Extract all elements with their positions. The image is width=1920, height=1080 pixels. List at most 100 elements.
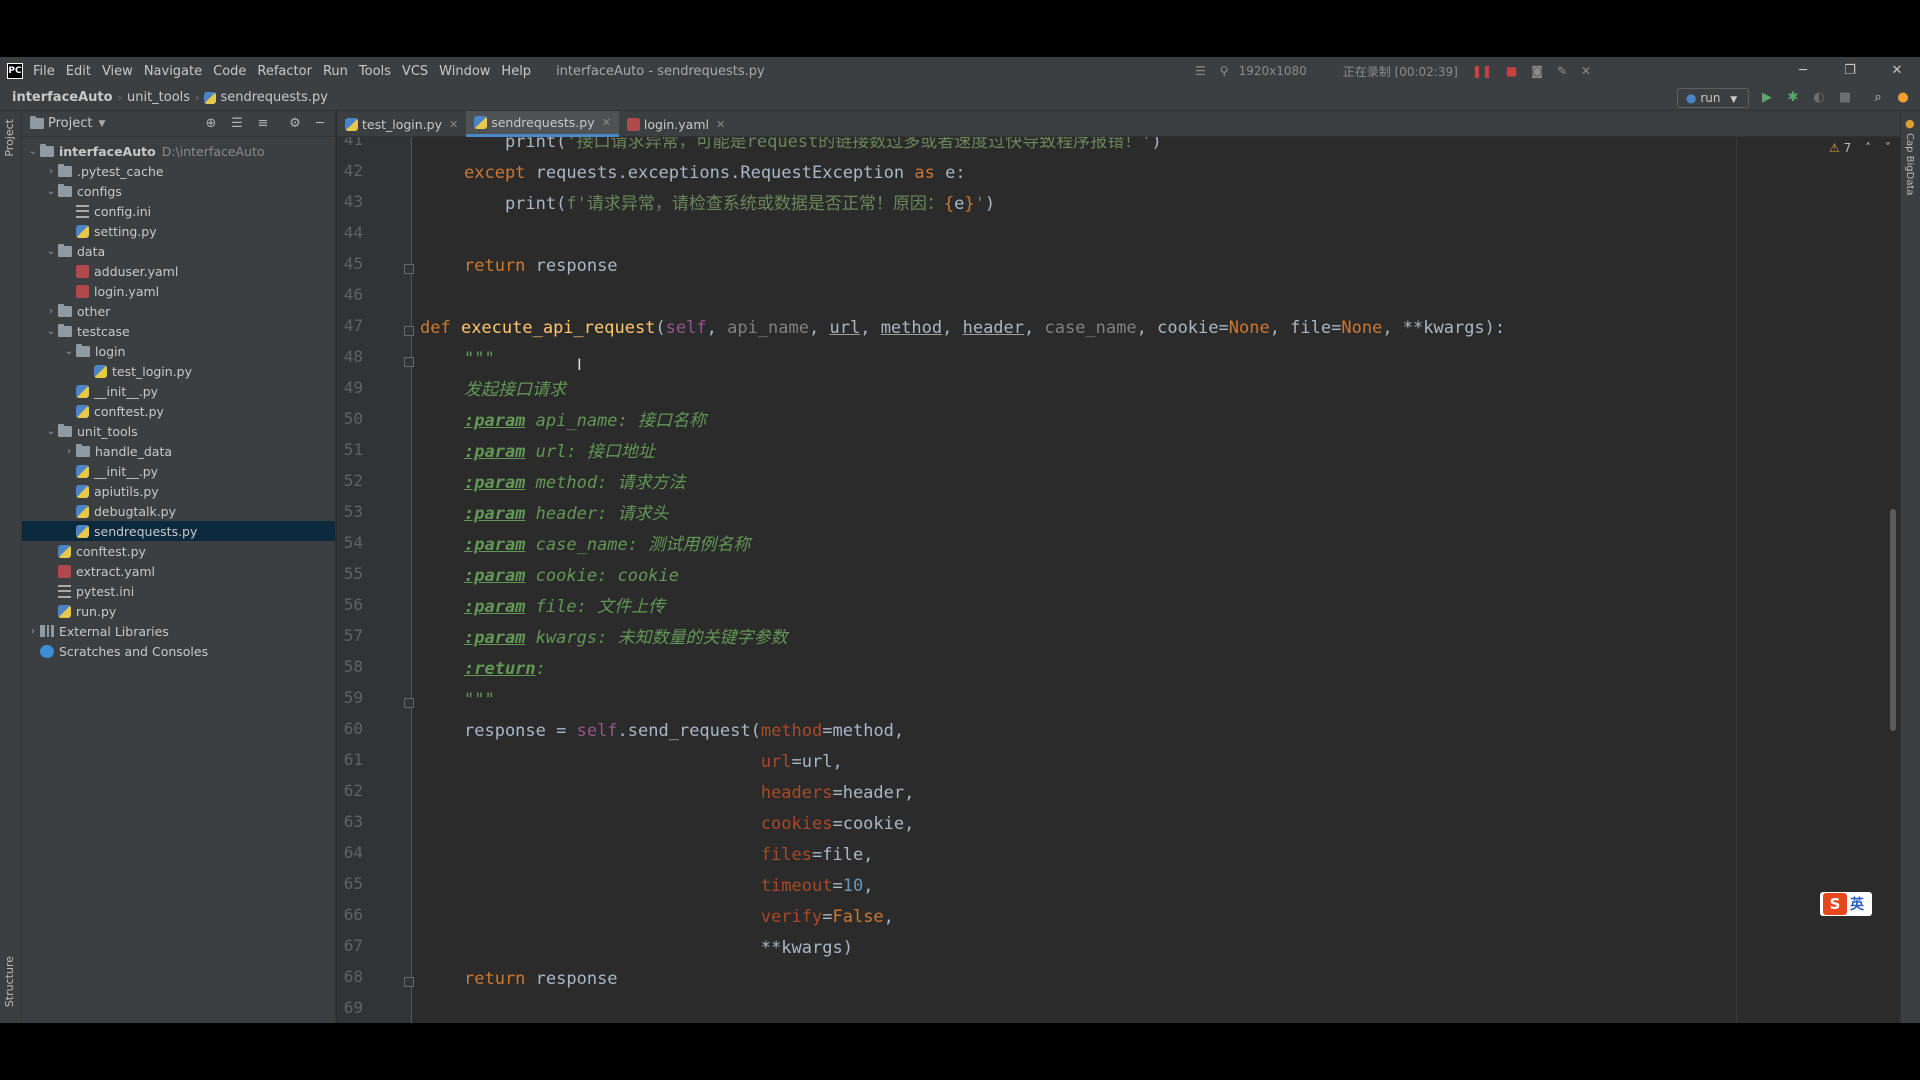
breadcrumb-file[interactable]: sendrequests.py: [220, 90, 328, 105]
tree-item[interactable]: test_login.py: [22, 361, 335, 381]
close-tab-icon[interactable]: ✕: [602, 116, 611, 129]
chevron-down-icon[interactable]: ⌄: [44, 246, 58, 257]
close-tab-icon[interactable]: ✕: [449, 118, 458, 131]
recorder-stop-icon[interactable]: ■: [1506, 64, 1517, 78]
debug-icon[interactable]: ✱: [1784, 89, 1802, 107]
chevron-down-icon[interactable]: ⌄: [44, 426, 58, 437]
menu-run[interactable]: Run: [323, 64, 348, 79]
tree-item[interactable]: ⌄ unit_tools: [22, 421, 335, 441]
recorder-pin-icon[interactable]: ⚲: [1220, 64, 1229, 78]
menu-view[interactable]: View: [102, 64, 133, 79]
recorder-pause-icon[interactable]: ❚❚: [1472, 64, 1492, 78]
tree-item[interactable]: pytest.ini: [22, 581, 335, 601]
update-icon[interactable]: ●: [1894, 89, 1912, 107]
minimize-button[interactable]: ─: [1780, 57, 1826, 85]
chevron-right-icon[interactable]: ›: [44, 306, 58, 317]
chevron-down-icon[interactable]: ˅: [1885, 141, 1891, 155]
inspection-widget[interactable]: ⚠ 7 ˄ ˅: [1829, 141, 1891, 155]
chevron-up-icon[interactable]: ˄: [1865, 141, 1871, 155]
hide-panel-icon[interactable]: ─: [311, 115, 329, 133]
tree-item[interactable]: ⌄ data: [22, 241, 335, 261]
editor-scrollbar[interactable]: [1890, 509, 1896, 731]
menu-edit[interactable]: Edit: [66, 64, 91, 79]
menu-navigate[interactable]: Navigate: [144, 64, 202, 79]
chevron-down-icon[interactable]: ⌄: [26, 146, 40, 157]
run-icon[interactable]: ▶: [1758, 89, 1776, 107]
locate-file-icon[interactable]: ⊕: [202, 115, 220, 133]
right-margin-guide: [1736, 137, 1737, 1023]
tree-item[interactable]: ⌄ testcase: [22, 321, 335, 341]
tree-item[interactable]: conftest.py: [22, 541, 335, 561]
menu-window[interactable]: Window: [439, 64, 490, 79]
tree-item[interactable]: conftest.py: [22, 401, 335, 421]
breadcrumb-project[interactable]: interfaceAuto: [12, 90, 113, 105]
menu-code[interactable]: Code: [213, 64, 246, 79]
tree-item[interactable]: ⌄ configs: [22, 181, 335, 201]
project-tool-button[interactable]: Project: [3, 119, 16, 157]
menu-file[interactable]: File: [33, 64, 55, 79]
editor-tab[interactable]: login.yaml ✕: [619, 111, 733, 137]
chevron-down-icon[interactable]: ⌄: [44, 326, 58, 337]
tree-item[interactable]: apiutils.py: [22, 481, 335, 501]
project-panel-title[interactable]: Project: [48, 116, 92, 131]
tree-item[interactable]: run.py: [22, 601, 335, 621]
line-number: 56: [343, 595, 363, 614]
stop-icon[interactable]: ■: [1836, 89, 1854, 107]
recorder-pen-icon[interactable]: ✎: [1557, 64, 1567, 78]
recorder-close-icon[interactable]: ✕: [1581, 64, 1591, 78]
tree-item[interactable]: config.ini: [22, 201, 335, 221]
tree-item[interactable]: setting.py: [22, 221, 335, 241]
editor-tab[interactable]: sendrequests.py ✕: [466, 111, 619, 137]
tree-item-label: pytest.ini: [76, 583, 135, 599]
restore-button[interactable]: ❐: [1827, 57, 1873, 85]
run-config-select[interactable]: ● run ▼: [1677, 88, 1749, 108]
collapse-all-icon[interactable]: ≡: [254, 115, 272, 133]
line-number-gutter[interactable]: 41 42 43 44 45 46 47 48 49 50 51 52 53 54 55 56 57 58 59 60…: [337, 137, 414, 1023]
chevron-down-icon[interactable]: ⌄: [62, 346, 76, 357]
recorder-camera-icon[interactable]: ◙: [1531, 64, 1543, 78]
tree-item[interactable]: › External Libraries: [22, 621, 335, 641]
tree-item[interactable]: __init__.py: [22, 381, 335, 401]
tree-item[interactable]: extract.yaml: [22, 561, 335, 581]
menu-refactor[interactable]: Refactor: [257, 64, 312, 79]
sogou-ime-indicator[interactable]: S 英: [1820, 892, 1872, 916]
tree-item[interactable]: ⌄ login: [22, 341, 335, 361]
tree-item[interactable]: login.yaml: [22, 281, 335, 301]
tree-item[interactable]: sendrequests.py: [22, 521, 335, 541]
breadcrumb-folder[interactable]: unit_tools: [127, 90, 190, 105]
recorder-menu-icon[interactable]: ☰: [1195, 64, 1206, 78]
menu-tools[interactable]: Tools: [359, 64, 391, 79]
code-token: (: [556, 137, 567, 152]
tree-item[interactable]: __init__.py: [22, 461, 335, 481]
tree-item[interactable]: adduser.yaml: [22, 261, 335, 281]
coverage-icon[interactable]: ◐: [1810, 89, 1828, 107]
code-area[interactable]: print('接口请求异常，可能是request的链接数过多或者速度过快导致程序…: [413, 137, 1813, 1023]
code-token: ,: [809, 318, 830, 338]
right-tool-strip: ● Cap BigData: [1900, 111, 1920, 1023]
tree-item[interactable]: › handle_data: [22, 441, 335, 461]
tree-item[interactable]: debugtalk.py: [22, 501, 335, 521]
search-icon[interactable]: ⌕: [1869, 89, 1887, 107]
gear-icon[interactable]: ⚙: [286, 115, 304, 133]
bigdata-tool-button[interactable]: Cap BigData: [1904, 133, 1915, 196]
recorder-status: 正在录制 [00:02:39]: [1342, 64, 1458, 79]
pycharm-logo-icon: PC: [7, 63, 23, 79]
tree-item[interactable]: › other: [22, 301, 335, 321]
code-editor[interactable]: 41 42 43 44 45 46 47 48 49 50 51 52 53 54 55 56 57 58 59 60…: [337, 137, 1900, 1023]
chevron-right-icon[interactable]: ›: [62, 446, 76, 457]
editor-tab[interactable]: test_login.py ✕: [337, 111, 466, 137]
tree-item[interactable]: Scratches and Consoles: [22, 641, 335, 661]
chevron-down-icon[interactable]: ▼: [98, 119, 105, 129]
tree-item[interactable]: › .pytest_cache: [22, 161, 335, 181]
tree-item[interactable]: ⌄ interfaceAuto D:\interfaceAuto: [22, 141, 335, 161]
chevron-right-icon[interactable]: ›: [26, 626, 40, 637]
structure-tool-button[interactable]: Structure: [3, 956, 16, 1007]
menu-help[interactable]: Help: [501, 64, 531, 79]
close-window-button[interactable]: ✕: [1874, 57, 1920, 85]
chevron-down-icon[interactable]: ⌄: [44, 186, 58, 197]
chevron-right-icon[interactable]: ›: [44, 166, 58, 177]
expand-all-icon[interactable]: ☰: [228, 115, 246, 133]
menu-vcs[interactable]: VCS: [402, 64, 428, 79]
close-tab-icon[interactable]: ✕: [716, 118, 725, 131]
